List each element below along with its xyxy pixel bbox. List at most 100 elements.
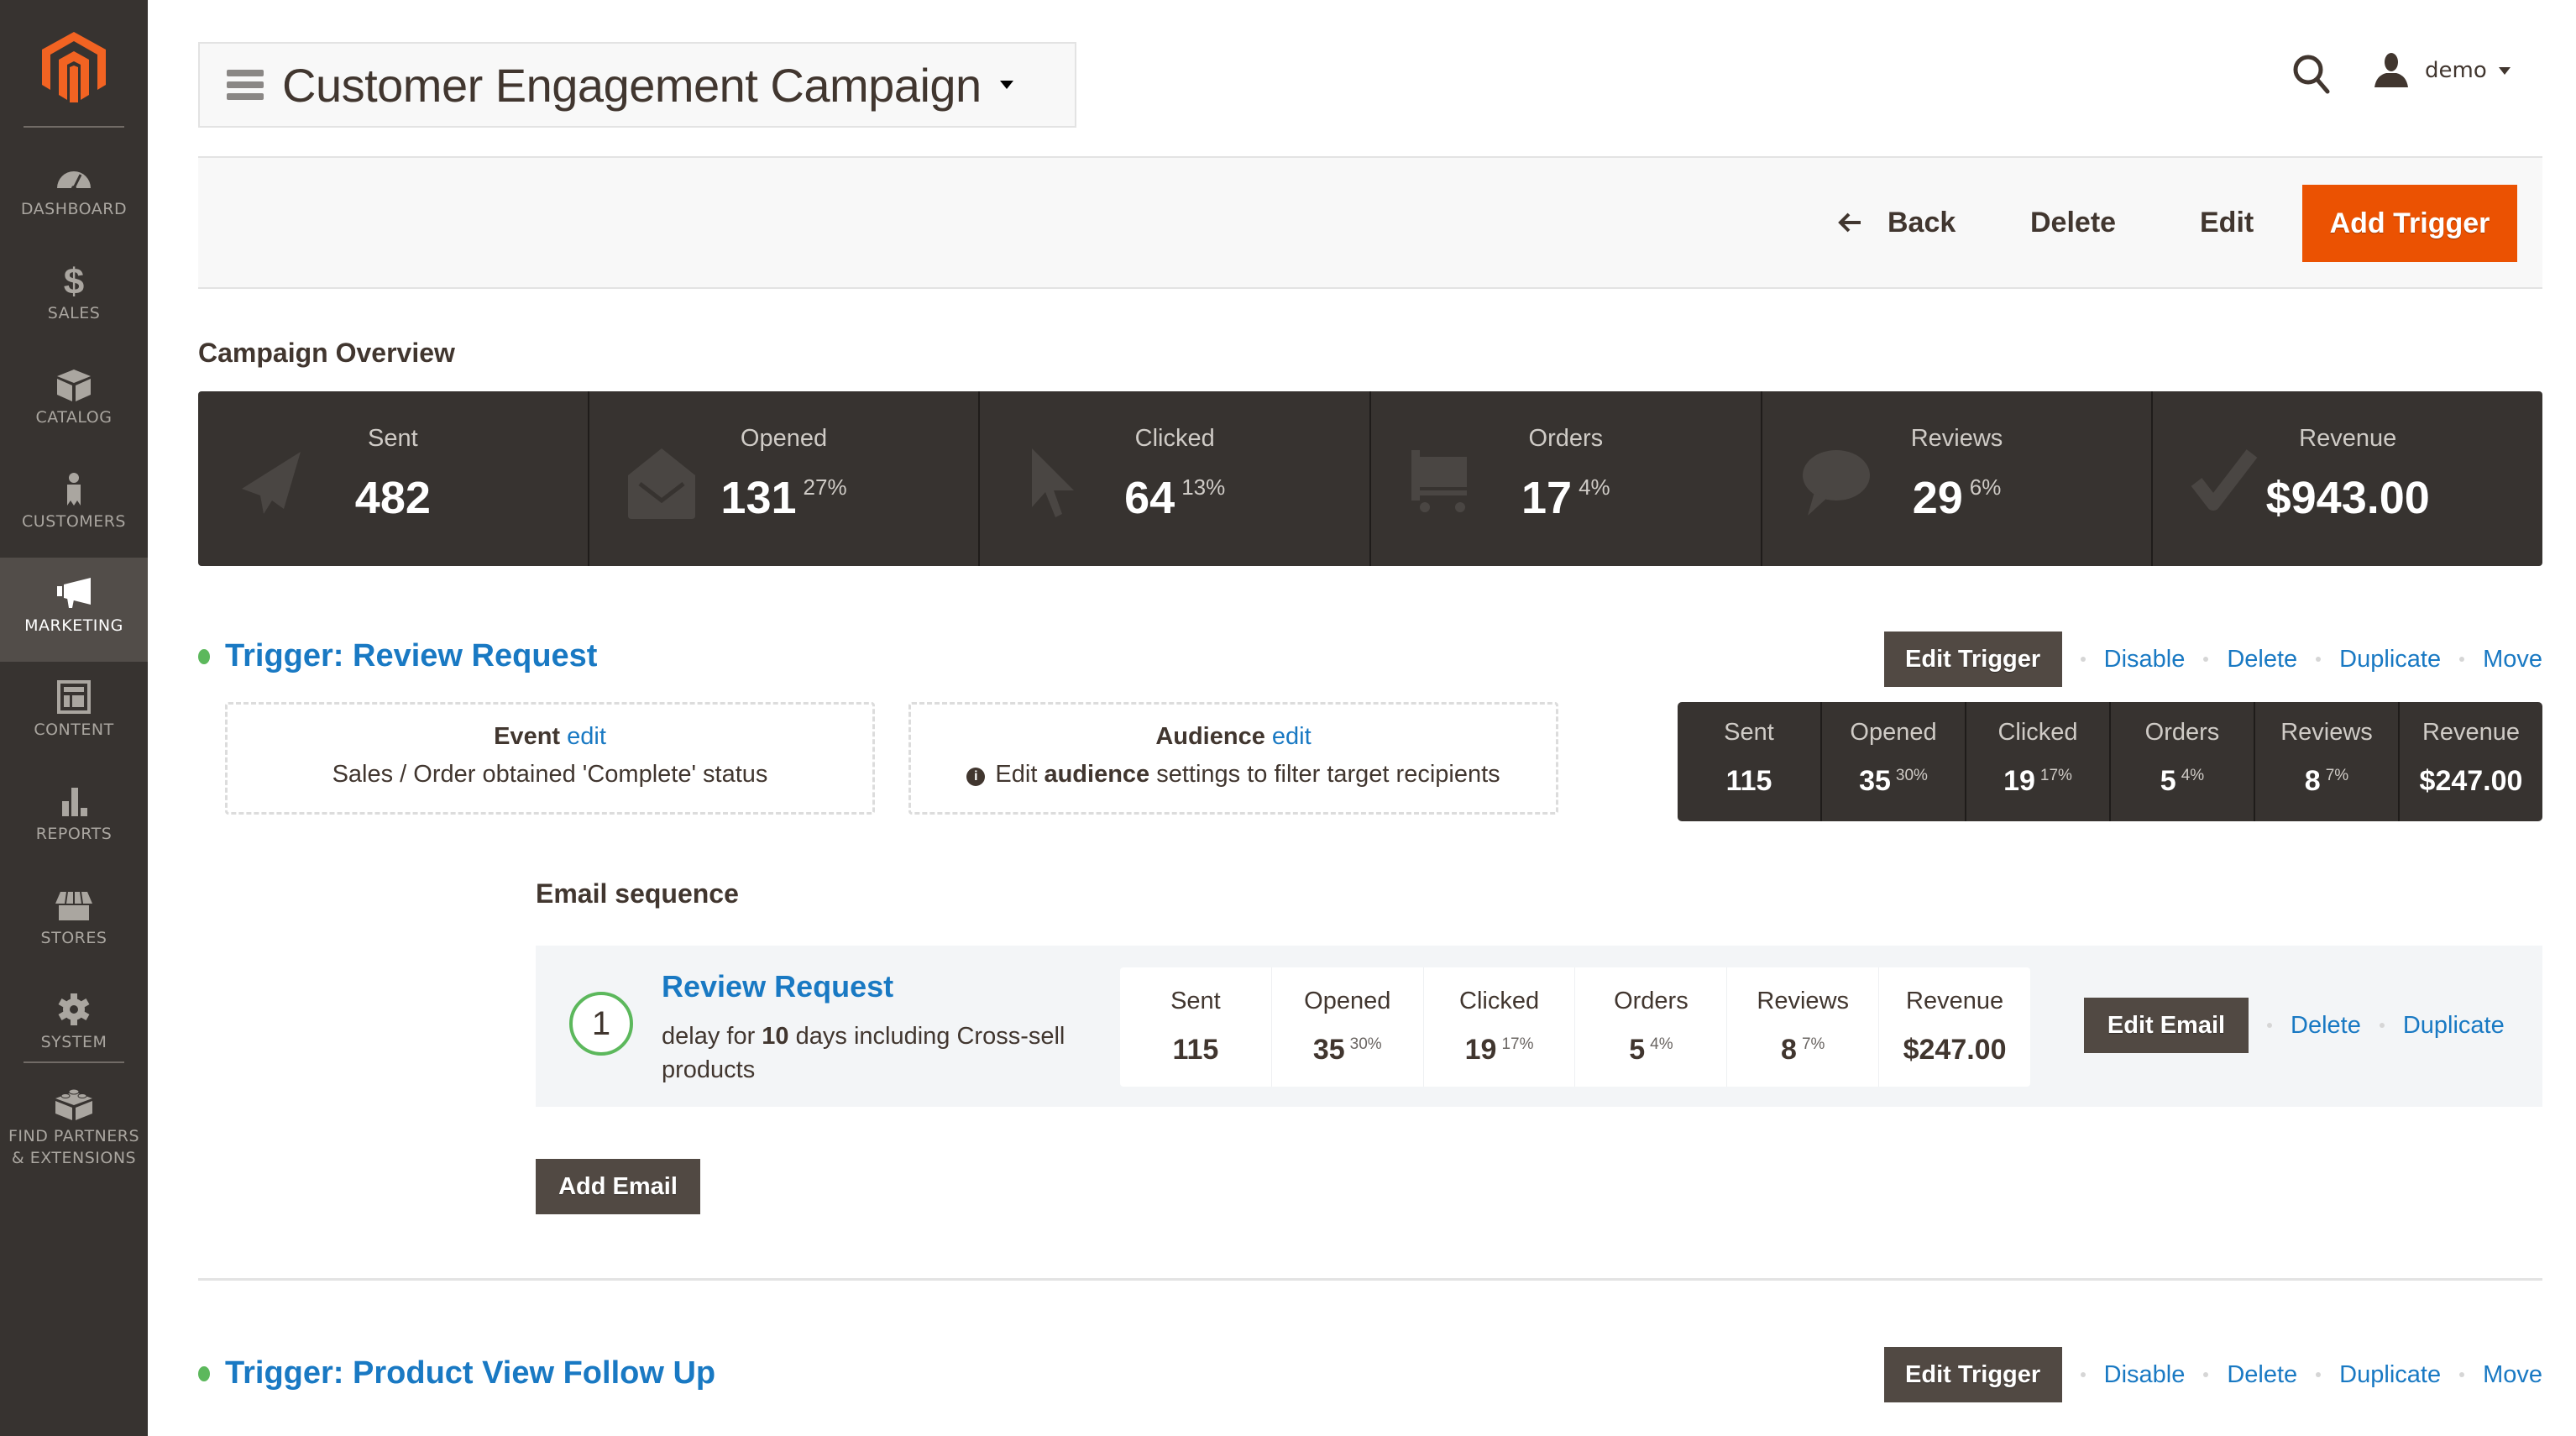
back-label: Back [1887,206,1956,238]
duplicate-trigger-link[interactable]: Duplicate [2339,646,2441,673]
duplicate-email-link[interactable]: Duplicate [2403,1012,2505,1040]
user-menu[interactable]: demo [2373,52,2511,89]
info-icon: i [966,768,986,786]
stat-value: 35 30% [1272,1034,1423,1067]
stat-percent: 17% [1501,1035,1534,1053]
campaign-overview-stats: Sent 482 Opened 131 27% Clicked 64 13% Ord… [198,391,2542,566]
sidebar-item-find-partners[interactable]: FIND PARTNERS & EXTENSIONS [0,1068,148,1194]
stat-number: 19 [1464,1034,1497,1066]
stat-label: Reviews [2280,719,2373,746]
move-trigger-link[interactable]: Move [2483,646,2542,673]
user-name: demo [2425,58,2487,83]
email-stat: Opened 35 30% [1272,967,1424,1087]
stat-reviews: Reviews 29 6% [1762,391,2154,566]
trigger-divider [198,1278,2542,1281]
add-email-button[interactable]: Add Email [536,1159,700,1214]
status-active-indicator [198,648,210,664]
separator-dot [2267,1023,2272,1028]
separator-dot [2203,657,2209,662]
edit-audience-link[interactable]: edit [1272,723,1312,750]
email-name-link[interactable]: Review Request [662,969,893,1004]
stat-number: 131 [720,473,797,523]
duplicate-trigger-link[interactable]: Duplicate [2339,1361,2441,1389]
delete-label: Delete [2030,206,2117,238]
trigger-stat: Opened 35 30% [1822,702,1966,821]
email-stat: Revenue $247.00 [1879,967,2030,1087]
stat-number: 115 [1725,765,1772,797]
sidebar-label: CATALOG [35,408,113,427]
stat-value: 64 13% [980,472,1369,524]
sidebar-item-dashboard[interactable]: DASHBOARD [0,141,148,245]
edit-email-button[interactable]: Edit Email [2084,998,2249,1053]
stat-orders: Orders 17 4% [1371,391,1762,566]
svg-text:$: $ [64,264,84,297]
back-button[interactable]: Back [1837,158,1956,287]
trigger-header: Trigger: Product View Follow Up [198,1355,715,1391]
arrow-left-icon [1838,212,1861,233]
sidebar-item-sales[interactable]: $ SALES [0,245,148,349]
hamburger-menu-icon [227,70,264,100]
magento-logo-icon[interactable] [42,32,106,102]
add-trigger-button[interactable]: Add Trigger [2302,185,2517,262]
edit-campaign-button[interactable]: Edit [2200,158,2254,287]
page-title-switcher[interactable]: Customer Engagement Campaign [198,42,1076,128]
edit-event-link[interactable]: edit [567,723,606,750]
trigger-name-link[interactable]: Trigger: Product View Follow Up [225,1355,715,1391]
audience-text: Edit [995,761,1038,788]
stat-number: 19 [2003,765,2035,797]
trigger-actions: Edit Trigger Disable Delete Duplicate Mo… [1883,1347,2542,1402]
sidebar-label: REPORTS [35,825,113,843]
delete-campaign-button[interactable]: Delete [2030,158,2116,287]
stat-value: 5 4% [1575,1034,1726,1067]
sidebar-item-marketing[interactable]: MARKETING [0,558,148,662]
delete-trigger-link[interactable]: Delete [2227,646,2297,673]
disable-trigger-link[interactable]: Disable [2104,646,2186,673]
user-icon [2374,53,2408,87]
sidebar-item-content[interactable]: CONTENT [0,662,148,766]
move-trigger-link[interactable]: Move [2483,1361,2542,1389]
sidebar-item-stores[interactable]: STORES [0,870,148,974]
stat-label: Sent [1170,988,1221,1014]
trigger-stat: Clicked 19 17% [1966,702,2111,821]
email-row: 1 Review Request delay for 10 days inclu… [536,946,2542,1107]
trigger-name-link[interactable]: Trigger: Review Request [225,638,597,674]
gear-icon [58,993,90,1025]
stat-sent: Sent 482 [198,391,589,566]
event-description: Sales / Order obtained 'Complete' status [332,761,768,788]
stat-percent: 7% [2325,767,2349,784]
separator-dot [2379,1023,2385,1028]
stat-label: Opened [1850,719,1937,746]
stat-number: 482 [354,473,431,523]
separator-dot [2316,657,2322,662]
edit-trigger-button[interactable]: Edit Trigger [1883,1347,2062,1402]
sidebar-divider [24,126,124,128]
dollar-icon: $ [64,264,84,297]
stat-value: 8 7% [2255,765,2398,798]
stat-percent: 7% [1801,1035,1825,1053]
trigger-stat: Revenue $247.00 [2400,702,2542,821]
email-stat: Sent 115 [1120,967,1272,1087]
stat-label: Reviews [1757,988,1850,1014]
trigger-stat: Sent 115 [1678,702,1822,821]
disable-trigger-link[interactable]: Disable [2104,1361,2186,1389]
separator-dot [2459,657,2465,662]
stat-value: 131 27% [589,472,979,524]
sidebar-label: CONTENT [34,721,114,739]
edit-trigger-button[interactable]: Edit Trigger [1883,632,2062,687]
search-icon[interactable] [2292,54,2331,94]
person-icon [67,473,81,506]
trigger-header: Trigger: Review Request [198,638,597,674]
trigger-actions: Edit Trigger Disable Delete Duplicate Mo… [1883,632,2542,687]
sidebar-item-catalog[interactable]: CATALOG [0,349,148,453]
sidebar-item-customers[interactable]: CUSTOMERS [0,453,148,558]
event-heading: Event [494,723,561,750]
stat-value: $247.00 [2400,765,2542,798]
stat-number: 29 [1912,473,1963,523]
stat-percent: 30% [1349,1035,1382,1053]
dashboard-gauge-icon [57,171,91,191]
stat-number: 8 [2304,765,2321,797]
sidebar-item-reports[interactable]: REPORTS [0,766,148,870]
delete-trigger-link[interactable]: Delete [2227,1361,2297,1389]
edit-label: Edit [2200,206,2254,238]
delete-email-link[interactable]: Delete [2291,1012,2361,1040]
